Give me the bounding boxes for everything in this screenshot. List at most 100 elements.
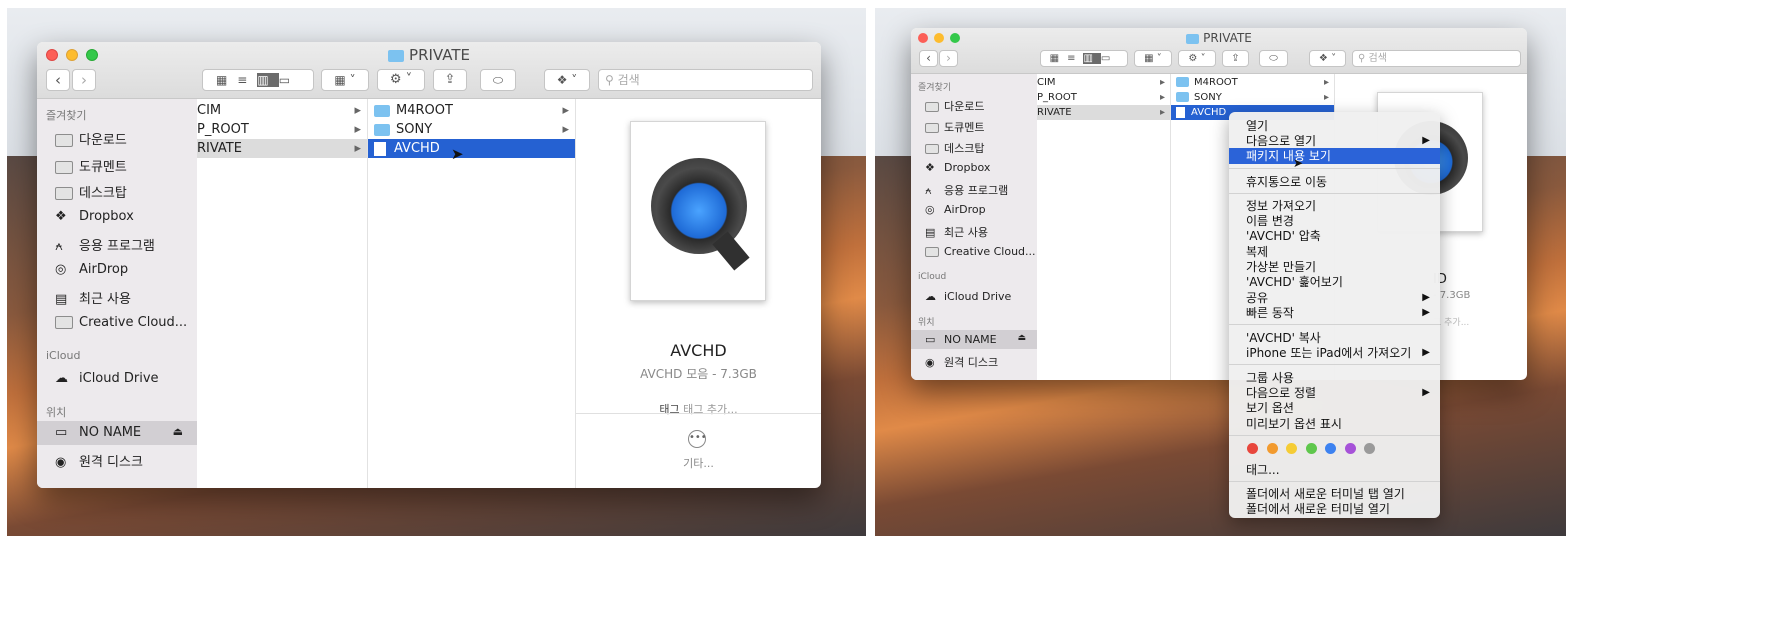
- sidebar-item-documents[interactable]: 도큐멘트: [55, 156, 127, 175]
- list-item[interactable]: RIVATE ▸: [1037, 105, 1170, 120]
- list-item[interactable]: AVCHD: [368, 139, 575, 158]
- list-item[interactable]: CIM ▸: [1037, 75, 1170, 90]
- column-view-icon[interactable]: ▥: [1083, 53, 1101, 64]
- menu-item-quick-look[interactable]: 'AVCHD' 훑어보기: [1229, 274, 1440, 290]
- sidebar-item-applications[interactable]: ⍲ 응용 프로그램: [55, 235, 155, 254]
- menu-item-tags[interactable]: 태그...: [1229, 462, 1440, 478]
- list-view-icon[interactable]: ≡: [237, 73, 257, 87]
- dropbox-button[interactable]: ❖ ˅: [544, 69, 590, 91]
- list-item[interactable]: M4ROOT ▸: [368, 101, 575, 120]
- menu-item-share[interactable]: 공유 ▶: [1229, 290, 1440, 306]
- action-gear-button[interactable]: ⚙ ˅: [377, 69, 425, 91]
- gallery-view-icon[interactable]: ▭: [279, 73, 300, 87]
- icon-view-icon[interactable]: ▦: [216, 73, 237, 87]
- tag-color-dot[interactable]: [1344, 443, 1356, 454]
- sidebar-item-no-name[interactable]: ▭ NO NAME ⏏: [911, 330, 1037, 349]
- search-field[interactable]: ⚲ 검색: [598, 69, 813, 91]
- dropbox-button[interactable]: ❖ ˅: [1309, 50, 1346, 67]
- airdrop-icon: ◎: [925, 203, 935, 216]
- view-mode-switcher[interactable]: ▦≡▥▭: [202, 69, 314, 91]
- sidebar-item-icloud-drive[interactable]: ☁ iCloud Drive: [55, 371, 159, 386]
- gallery-view-icon[interactable]: ▭: [1101, 53, 1118, 64]
- forward-button[interactable]: ›: [72, 69, 96, 91]
- menu-item-rename[interactable]: 이름 변경: [1229, 213, 1440, 229]
- folder-icon: [1176, 77, 1189, 87]
- list-item[interactable]: RIVATE ▸: [197, 139, 367, 158]
- list-item[interactable]: SONY ▸: [368, 120, 575, 139]
- menu-item-view-options[interactable]: 보기 옵션: [1229, 400, 1440, 416]
- menu-item-compress[interactable]: 'AVCHD' 압축: [1229, 228, 1440, 244]
- list-item[interactable]: SONY ▸: [1171, 90, 1334, 105]
- sidebar-item-recents[interactable]: ▤ 최근 사용: [55, 288, 131, 307]
- tags-row[interactable]: 태그 태그 추가...: [576, 401, 821, 417]
- menu-item-new-terminal[interactable]: 폴더에서 새로운 터미널 열기: [1229, 501, 1440, 517]
- sidebar-item-desktop[interactable]: 데스크탑: [925, 140, 984, 156]
- menu-item-duplicate[interactable]: 복제: [1229, 244, 1440, 260]
- column-view-icon[interactable]: ▥: [257, 73, 279, 87]
- tag-color-dot[interactable]: [1325, 443, 1336, 454]
- more-icon[interactable]: •••: [688, 430, 707, 448]
- menu-item-make-alias[interactable]: 가상본 만들기: [1229, 259, 1440, 275]
- menu-item-copy[interactable]: 'AVCHD' 복사: [1229, 330, 1440, 346]
- back-button[interactable]: ‹: [46, 69, 70, 91]
- list-item[interactable]: P_ROOT ▸: [197, 120, 367, 139]
- menu-item-quick-actions[interactable]: 빠른 동작 ▶: [1229, 305, 1440, 321]
- more-label[interactable]: 기타...: [576, 455, 821, 471]
- menu-item-show-package-contents[interactable]: 패키지 내용 보기: [1229, 148, 1440, 164]
- sidebar-item-icloud-drive[interactable]: ☁ iCloud Drive: [925, 290, 1011, 303]
- list-item[interactable]: P_ROOT ▸: [1037, 90, 1170, 105]
- tag-color-dot[interactable]: [1364, 443, 1375, 454]
- sidebar-item-recents[interactable]: ▤ 최근 사용: [925, 224, 988, 240]
- group-by-button[interactable]: ▦ ˅: [1134, 50, 1172, 67]
- menu-item-import-from-iphone[interactable]: iPhone 또는 iPad에서 가져오기 ▶: [1229, 345, 1440, 361]
- tag-color-dot[interactable]: [1266, 443, 1278, 454]
- tag-color-dot[interactable]: [1247, 443, 1258, 454]
- menu-item-use-groups[interactable]: 그룹 사용: [1229, 370, 1440, 386]
- sidebar-item-downloads[interactable]: 다운로드: [925, 98, 984, 114]
- icon-view-icon[interactable]: ▦: [1050, 53, 1067, 64]
- menu-item-show-preview-options[interactable]: 미리보기 옵션 표시: [1229, 416, 1440, 432]
- sidebar-item-downloads[interactable]: 다운로드: [55, 129, 127, 148]
- sidebar-item-no-name[interactable]: ▭ NO NAME ⏏: [37, 421, 197, 445]
- sidebar-item-creative-cloud[interactable]: Creative Cloud...: [925, 245, 1036, 258]
- tag-color-dot[interactable]: [1286, 443, 1297, 454]
- favorites-header: 즐겨찾기: [46, 109, 87, 122]
- menu-item-open[interactable]: 열기: [1229, 118, 1440, 134]
- sidebar-item-dropbox[interactable]: ❖ Dropbox: [55, 209, 134, 224]
- action-gear-button[interactable]: ⚙ ˅: [1178, 50, 1216, 67]
- sidebar-item-desktop[interactable]: 데스크탑: [55, 182, 127, 201]
- list-item[interactable]: CIM ▸: [197, 101, 367, 120]
- eject-icon[interactable]: ⏏: [1017, 333, 1026, 343]
- sidebar-item-airdrop[interactable]: ◎ AirDrop: [55, 262, 128, 277]
- share-button[interactable]: ⇪: [433, 69, 467, 91]
- recents-icon: ▤: [925, 226, 936, 239]
- menu-item-sort-by[interactable]: 다음으로 정렬 ▶: [1229, 385, 1440, 401]
- sidebar-item-dropbox[interactable]: ❖ Dropbox: [925, 161, 990, 174]
- sidebar-item-remote-disc[interactable]: ◉ 원격 디스크: [55, 451, 143, 470]
- menu-item-new-terminal-tab[interactable]: 폴더에서 새로운 터미널 탭 열기: [1229, 486, 1440, 502]
- sidebar-item-remote-disc[interactable]: ◉ 원격 디스크: [925, 354, 998, 370]
- menu-separator: [1229, 168, 1440, 169]
- menu-item-move-to-trash[interactable]: 휴지통으로 이동: [1229, 174, 1440, 190]
- group-by-button[interactable]: ▦ ˅: [321, 69, 369, 91]
- sidebar-item-airdrop[interactable]: ◎ AirDrop: [925, 203, 986, 216]
- tag-color-dot[interactable]: [1305, 443, 1317, 454]
- menu-item-get-info[interactable]: 정보 가져오기: [1229, 198, 1440, 214]
- eject-icon[interactable]: ⏏: [173, 425, 183, 438]
- sidebar-item-applications[interactable]: ⍲ 응용 프로그램: [925, 182, 1008, 198]
- list-view-icon[interactable]: ≡: [1067, 53, 1083, 64]
- sidebar-item-creative-cloud[interactable]: Creative Cloud...: [55, 315, 187, 330]
- menu-item-open-with[interactable]: 다음으로 열기 ▶: [1229, 133, 1440, 149]
- tag-button[interactable]: ⬭: [1259, 50, 1288, 67]
- view-mode-switcher[interactable]: ▦≡▥▭: [1040, 50, 1128, 67]
- tag-button[interactable]: ⬭: [480, 69, 516, 91]
- share-button[interactable]: ⇪: [1222, 50, 1249, 67]
- search-field[interactable]: ⚲ 검색: [1352, 50, 1521, 67]
- back-button[interactable]: ‹: [919, 50, 938, 67]
- forward-button[interactable]: ›: [939, 50, 958, 67]
- column-1: CIM ▸ P_ROOT ▸ RIVATE ▸: [1037, 74, 1171, 380]
- icloud-header: iCloud: [918, 272, 947, 282]
- sidebar-item-documents[interactable]: 도큐멘트: [925, 119, 984, 135]
- cloud-icon: ☁: [925, 290, 936, 303]
- list-item[interactable]: M4ROOT ▸: [1171, 75, 1334, 90]
